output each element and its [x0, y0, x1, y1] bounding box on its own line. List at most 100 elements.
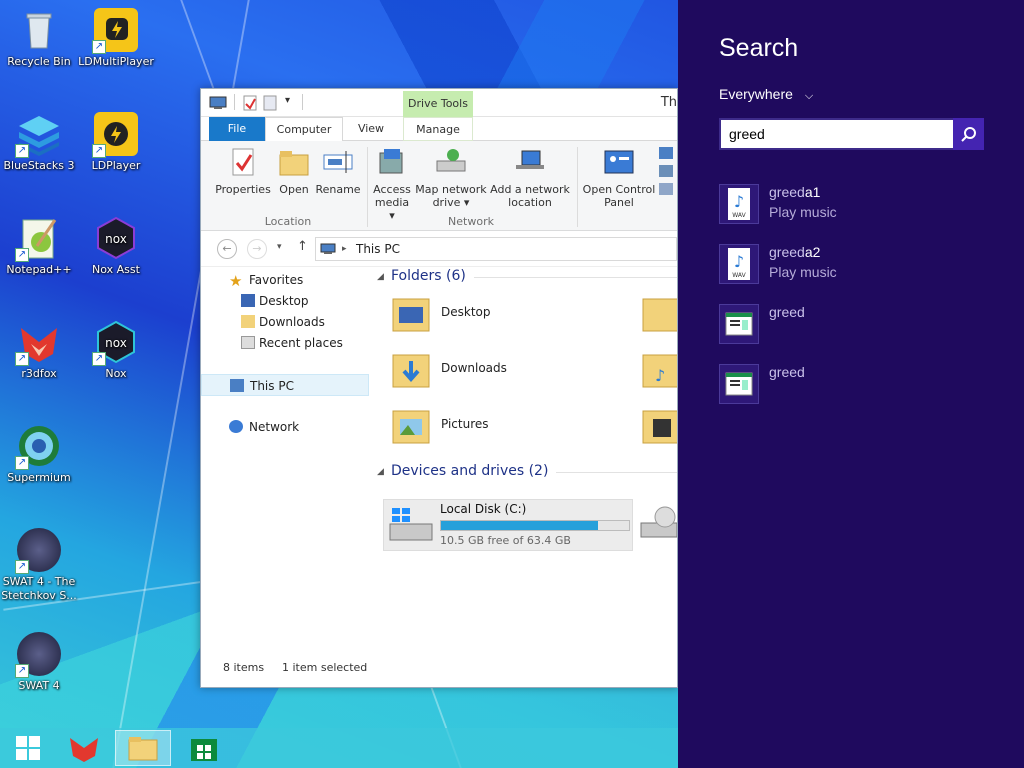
properties-qa-icon[interactable] [243, 95, 257, 111]
svg-text:♪: ♪ [734, 252, 744, 271]
desktop-icon [241, 294, 255, 307]
desktop-icon-nox[interactable]: nox ↗ Nox [74, 320, 158, 381]
back-button[interactable]: ← [217, 239, 237, 259]
folder-videos-partial[interactable] [641, 403, 677, 444]
r3dfox-icon: ↗ [15, 320, 61, 366]
computer-icon [320, 243, 336, 254]
collapse-icon[interactable]: ◢ [377, 467, 384, 477]
item-count: 8 items [223, 661, 265, 674]
desktop-icon-r3dfox[interactable]: ↗ r3dfox [0, 320, 81, 381]
open-button[interactable]: Open [275, 147, 313, 196]
devices-header[interactable]: Devices and drives (2) [391, 463, 677, 479]
search-button[interactable] [953, 118, 984, 150]
properties-button[interactable]: Properties [215, 147, 271, 196]
svg-text:nox: nox [105, 232, 127, 246]
desktop-icon-swat4[interactable]: ↗ SWAT 4 [0, 632, 81, 693]
desktop-icon-label: Supermium [7, 471, 71, 484]
search-result[interactable]: ♪ WAV greeda1 Play music [719, 184, 1009, 228]
network-icon [229, 420, 243, 433]
folder-desktop[interactable] [391, 291, 431, 332]
folders-header[interactable]: Folders (6) [391, 268, 677, 284]
svg-text:WAV: WAV [732, 272, 746, 279]
desktop-icon-nox-asst[interactable]: nox Nox Asst [74, 216, 158, 277]
search-result[interactable]: greed [719, 364, 1009, 408]
downloads-icon [241, 315, 255, 328]
bluestacks-icon: ↗ [15, 112, 61, 158]
nav-recent-places[interactable]: Recent places [201, 332, 369, 354]
nav-desktop[interactable]: Desktop [201, 290, 369, 312]
nav-network[interactable]: Network [201, 416, 369, 438]
address-text: This PC [356, 242, 400, 256]
drive-tools-tab[interactable]: Drive Tools [403, 91, 473, 117]
folder-label: Pictures [441, 417, 489, 431]
search-scope-dropdown[interactable]: Everywhere ⌵ [719, 86, 813, 103]
nav-favorites[interactable]: ★ Favorites [201, 269, 369, 291]
folder-documents-partial[interactable] [641, 291, 677, 332]
store-icon [191, 739, 217, 761]
tab-view[interactable]: View [345, 117, 397, 141]
svg-text:♪: ♪ [655, 366, 665, 385]
taskbar-r3dfox[interactable] [56, 730, 112, 766]
computer-icon [230, 379, 244, 392]
search-result[interactable]: ♪ WAV greeda2 Play music [719, 244, 1009, 288]
desktop-icon-swat4-expansion[interactable]: ↗ SWAT 4 - The Stetchkov S... [0, 528, 81, 603]
folder-downloads[interactable] [391, 347, 431, 388]
open-folder-icon [279, 151, 309, 176]
search-box[interactable] [719, 118, 984, 150]
documents-folder-icon [642, 298, 677, 332]
address-field[interactable]: ▸ This PC [315, 237, 677, 261]
desktop-icon-bluestacks[interactable]: ↗ BlueStacks 3 [0, 112, 81, 173]
group-location-label: Location [264, 215, 312, 228]
taskbar-file-explorer[interactable] [115, 730, 171, 766]
wav-file-icon: ♪ WAV [719, 184, 759, 224]
open-control-panel-button[interactable]: Open Control Panel [581, 147, 657, 209]
svg-text:WAV: WAV [732, 212, 746, 219]
qa-dropdown-icon[interactable]: ▾ [285, 95, 290, 106]
nav-downloads[interactable]: Downloads [201, 311, 369, 333]
tab-manage[interactable]: Manage [403, 117, 473, 141]
nox-icon: nox ↗ [92, 320, 138, 366]
recent-locations-icon[interactable]: ▾ [277, 242, 282, 252]
ldmultiplayer-icon: ↗ [92, 8, 138, 54]
pictures-folder-icon [392, 410, 430, 444]
desktop-icon-label: r3dfox [21, 367, 57, 380]
access-media-icon [379, 149, 403, 174]
tab-computer[interactable]: Computer [265, 117, 343, 142]
taskbar [0, 728, 678, 768]
rename-button[interactable]: Rename [315, 147, 361, 196]
swat4-expansion-icon: ↗ [15, 528, 61, 574]
new-folder-qa-icon[interactable] [263, 95, 277, 111]
access-media-button[interactable]: Access media ▾ [371, 147, 413, 222]
tab-file[interactable]: File [209, 117, 265, 141]
videos-folder-icon [642, 410, 677, 444]
collapse-icon[interactable]: ◢ [377, 272, 384, 282]
search-title: Search [719, 34, 799, 62]
taskbar-store[interactable] [176, 730, 232, 766]
folder-pictures[interactable] [391, 403, 431, 444]
up-button[interactable]: ↑ [297, 239, 308, 254]
drive-c[interactable]: Local Disk (C:) 10.5 GB free of 63.4 GB [383, 499, 633, 551]
desktop-icon-ldplayer[interactable]: ↗ LDPlayer [74, 112, 158, 173]
folder-music-partial[interactable]: ♪ [641, 347, 677, 388]
supermium-icon: ↗ [15, 424, 61, 470]
dvd-drive-icon[interactable] [639, 503, 678, 543]
desktop-icon-label: Recycle Bin [7, 55, 71, 68]
nox-asst-icon: nox [94, 216, 138, 260]
search-result[interactable]: greed [719, 304, 1009, 348]
desktop-icon-recycle-bin[interactable]: Recycle Bin [0, 8, 81, 69]
desktop-icon-supermium[interactable]: ↗ Supermium [0, 424, 81, 485]
downloads-folder-icon [392, 354, 430, 388]
map-network-drive-button[interactable]: Map network drive ▾ [415, 147, 487, 209]
add-network-location-button[interactable]: Add a network location [489, 147, 571, 209]
drive-free-space: 10.5 GB free of 63.4 GB [440, 534, 571, 547]
ribbon-tabs: File Computer View Manage [201, 117, 677, 142]
ldplayer-icon: ↗ [92, 112, 138, 158]
forward-button[interactable]: → [247, 239, 267, 259]
desktop-icon-notepadpp[interactable]: ↗ Notepad++ [0, 216, 81, 277]
start-button[interactable] [0, 730, 56, 766]
svg-text:nox: nox [105, 336, 127, 350]
system-tools-buttons[interactable] [659, 147, 677, 195]
search-input[interactable] [721, 120, 953, 148]
desktop-icon-ldmultiplayer[interactable]: ↗ LDMultiPlayer [74, 8, 158, 69]
nav-this-pc[interactable]: This PC [201, 374, 369, 396]
